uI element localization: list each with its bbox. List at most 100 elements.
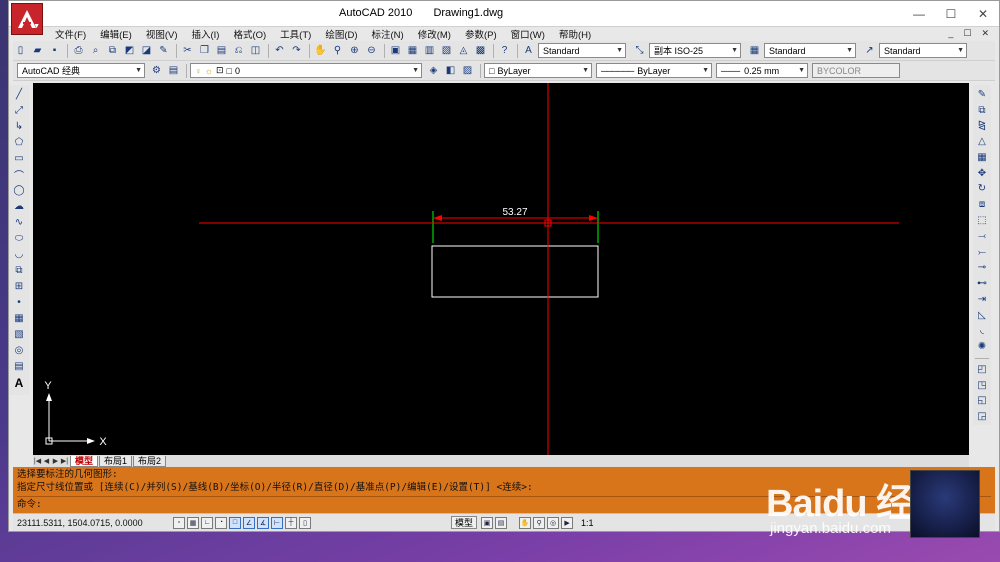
table-style-icon[interactable]: ▦ xyxy=(747,43,762,58)
text-style-icon[interactable]: A xyxy=(521,43,536,58)
quick-properties-icon[interactable]: ▯ xyxy=(299,516,311,529)
markup-manager-icon[interactable]: ◬ xyxy=(456,43,471,58)
scale-icon[interactable]: ⧈ xyxy=(975,197,990,212)
region-icon[interactable]: ◎ xyxy=(12,343,27,358)
application-menu-button[interactable]: ▼ xyxy=(11,3,43,35)
make-block-icon[interactable]: ⊞ xyxy=(12,279,27,294)
zoom-window-icon[interactable]: ⊕ xyxy=(347,43,362,58)
linetype-control-select[interactable]: ────── ByLayer ▼ xyxy=(596,63,712,78)
publish-icon[interactable]: ⧉ xyxy=(105,43,120,58)
color-control-select[interactable]: □ ByLayer ▼ xyxy=(484,63,592,78)
spline-icon[interactable]: ∿ xyxy=(12,215,27,230)
showmotion-icon[interactable]: ▶ xyxy=(561,516,574,529)
paste-icon[interactable]: ▤ xyxy=(214,43,229,58)
zoom-status-icon[interactable]: ⚲ xyxy=(533,516,546,529)
next-tab-icon[interactable]: ▶ xyxy=(51,457,60,465)
workspace-settings-icon[interactable]: ⚙ xyxy=(149,63,164,78)
copy-object-icon[interactable]: ⧉ xyxy=(975,103,990,118)
dimension-text[interactable]: 53.27 xyxy=(502,207,527,218)
design-center-palette-icon[interactable]: ▦ xyxy=(405,43,420,58)
minimize-button[interactable]: — xyxy=(903,1,935,27)
tab-layout1[interactable]: 布局1 xyxy=(99,455,133,467)
revision-cloud-icon[interactable]: ☁ xyxy=(12,199,27,214)
pan-icon[interactable]: ✋ xyxy=(313,43,328,58)
quickcalc-icon[interactable]: ▩ xyxy=(473,43,488,58)
dim-style-icon[interactable]: ⤡ xyxy=(632,43,647,58)
table-style-select[interactable]: Standard ▼ xyxy=(764,43,856,58)
menu-view[interactable]: 视图(V) xyxy=(146,27,178,41)
array-icon[interactable]: ▦ xyxy=(975,150,990,165)
dynamic-ucs-icon[interactable]: ∡ xyxy=(257,516,269,529)
drawing-canvas[interactable]: 53.27 Y X xyxy=(33,83,969,455)
rectangle-shape[interactable] xyxy=(431,245,599,298)
move-icon[interactable]: ✥ xyxy=(975,166,990,181)
extend-icon[interactable]: ⤚ xyxy=(975,245,990,260)
tab-model[interactable]: 模型 xyxy=(70,455,99,467)
coordinate-readout[interactable]: 23111.5311, 1504.0715, 0.0000 xyxy=(13,518,173,528)
fillet-icon[interactable]: ◟ xyxy=(975,323,990,338)
table-icon[interactable]: ▤ xyxy=(12,359,27,374)
markup-icon[interactable]: ✎ xyxy=(156,43,171,58)
chamfer-icon[interactable]: ◺ xyxy=(975,308,990,323)
break-at-point-icon[interactable]: ⊸ xyxy=(975,260,990,275)
text-style-select[interactable]: Standard ▼ xyxy=(538,43,626,58)
3d-dwf-icon[interactable]: ◩ xyxy=(122,43,137,58)
menu-edit[interactable]: 编辑(E) xyxy=(100,27,132,41)
draworder-under-icon[interactable]: ◲ xyxy=(975,409,990,424)
line-icon[interactable]: ╱ xyxy=(12,87,27,102)
zoom-realtime-icon[interactable]: ⚲ xyxy=(330,43,345,58)
open-icon[interactable]: ▰ xyxy=(30,43,45,58)
workspace-select[interactable]: AutoCAD 经典 ▼ xyxy=(17,63,145,78)
polyline-icon[interactable]: ↳ xyxy=(12,119,27,134)
cut-icon[interactable]: ✂ xyxy=(180,43,195,58)
help-icon[interactable]: ? xyxy=(497,43,512,58)
close-button[interactable]: ✕ xyxy=(967,1,999,27)
layer-states-icon[interactable]: ▨ xyxy=(460,63,475,78)
drawing-close-button[interactable]: ✕ xyxy=(981,28,989,39)
construction-line-icon[interactable]: ⤢ xyxy=(12,103,27,118)
save-icon[interactable]: ▪ xyxy=(47,43,62,58)
ortho-mode-icon[interactable]: ∟ xyxy=(201,516,213,529)
layer-manager-icon[interactable]: ▤ xyxy=(166,63,181,78)
point-icon[interactable]: • xyxy=(12,295,27,310)
erase-icon[interactable]: ✎ xyxy=(975,87,990,102)
ellipse-arc-icon[interactable]: ◡ xyxy=(12,247,27,262)
first-tab-icon[interactable]: |◀ xyxy=(33,457,42,465)
menu-dimension[interactable]: 标注(N) xyxy=(372,27,404,41)
undo-icon[interactable]: ↶ xyxy=(272,43,287,58)
print-preview-icon[interactable]: ⌕ xyxy=(88,43,103,58)
rectangle-icon[interactable]: ▭ xyxy=(12,151,27,166)
menu-file[interactable]: 文件(F) xyxy=(55,27,86,41)
layer-previous-icon[interactable]: ◧ xyxy=(443,63,458,78)
match-properties-icon[interactable]: ⎌ xyxy=(231,43,246,58)
command-window[interactable]: 选择要标注的几何图形: 指定尺寸线位置或 [连续(C)/并列(S)/基线(B)/… xyxy=(13,467,995,513)
pan-status-icon[interactable]: ✋ xyxy=(519,516,532,529)
menu-insert[interactable]: 插入(I) xyxy=(191,27,219,41)
draworder-above-icon[interactable]: ◱ xyxy=(975,394,990,409)
command-prompt[interactable]: 命令: xyxy=(17,496,991,512)
menu-modify[interactable]: 修改(M) xyxy=(418,27,451,41)
menu-tools[interactable]: 工具(T) xyxy=(280,27,311,41)
object-snap-tracking-icon[interactable]: ∠ xyxy=(243,516,255,529)
arc-icon[interactable]: ⌒ xyxy=(12,167,27,182)
dim-style-select[interactable]: 副本 ISO-25 ▼ xyxy=(649,43,741,58)
insert-block-icon[interactable]: ⧉ xyxy=(12,263,27,278)
drawing-restore-button[interactable]: ☐ xyxy=(963,28,971,39)
join-icon[interactable]: ⇥ xyxy=(975,292,990,307)
sheet-set-icon[interactable]: ▧ xyxy=(439,43,454,58)
maximize-button[interactable]: ☐ xyxy=(935,1,967,27)
tool-palettes-icon[interactable]: ▥ xyxy=(422,43,437,58)
block-editor-icon[interactable]: ◫ xyxy=(248,43,263,58)
mleader-style-icon[interactable]: ↗ xyxy=(862,43,877,58)
last-tab-icon[interactable]: ▶| xyxy=(60,457,69,465)
lineweight-control-select[interactable]: ─── 0.25 mm ▼ xyxy=(716,63,808,78)
polar-tracking-icon[interactable]: ◔ xyxy=(215,516,227,529)
menu-window[interactable]: 窗口(W) xyxy=(511,27,545,41)
properties-icon[interactable]: ▣ xyxy=(388,43,403,58)
hatch-icon[interactable]: ▦ xyxy=(12,311,27,326)
ellipse-icon[interactable]: ⬭ xyxy=(12,231,27,246)
trim-icon[interactable]: ⤙ xyxy=(975,229,990,244)
model-space-button[interactable]: 模型 xyxy=(451,516,478,529)
offset-icon[interactable]: △ xyxy=(975,134,990,149)
circle-icon[interactable]: ◯ xyxy=(12,183,27,198)
